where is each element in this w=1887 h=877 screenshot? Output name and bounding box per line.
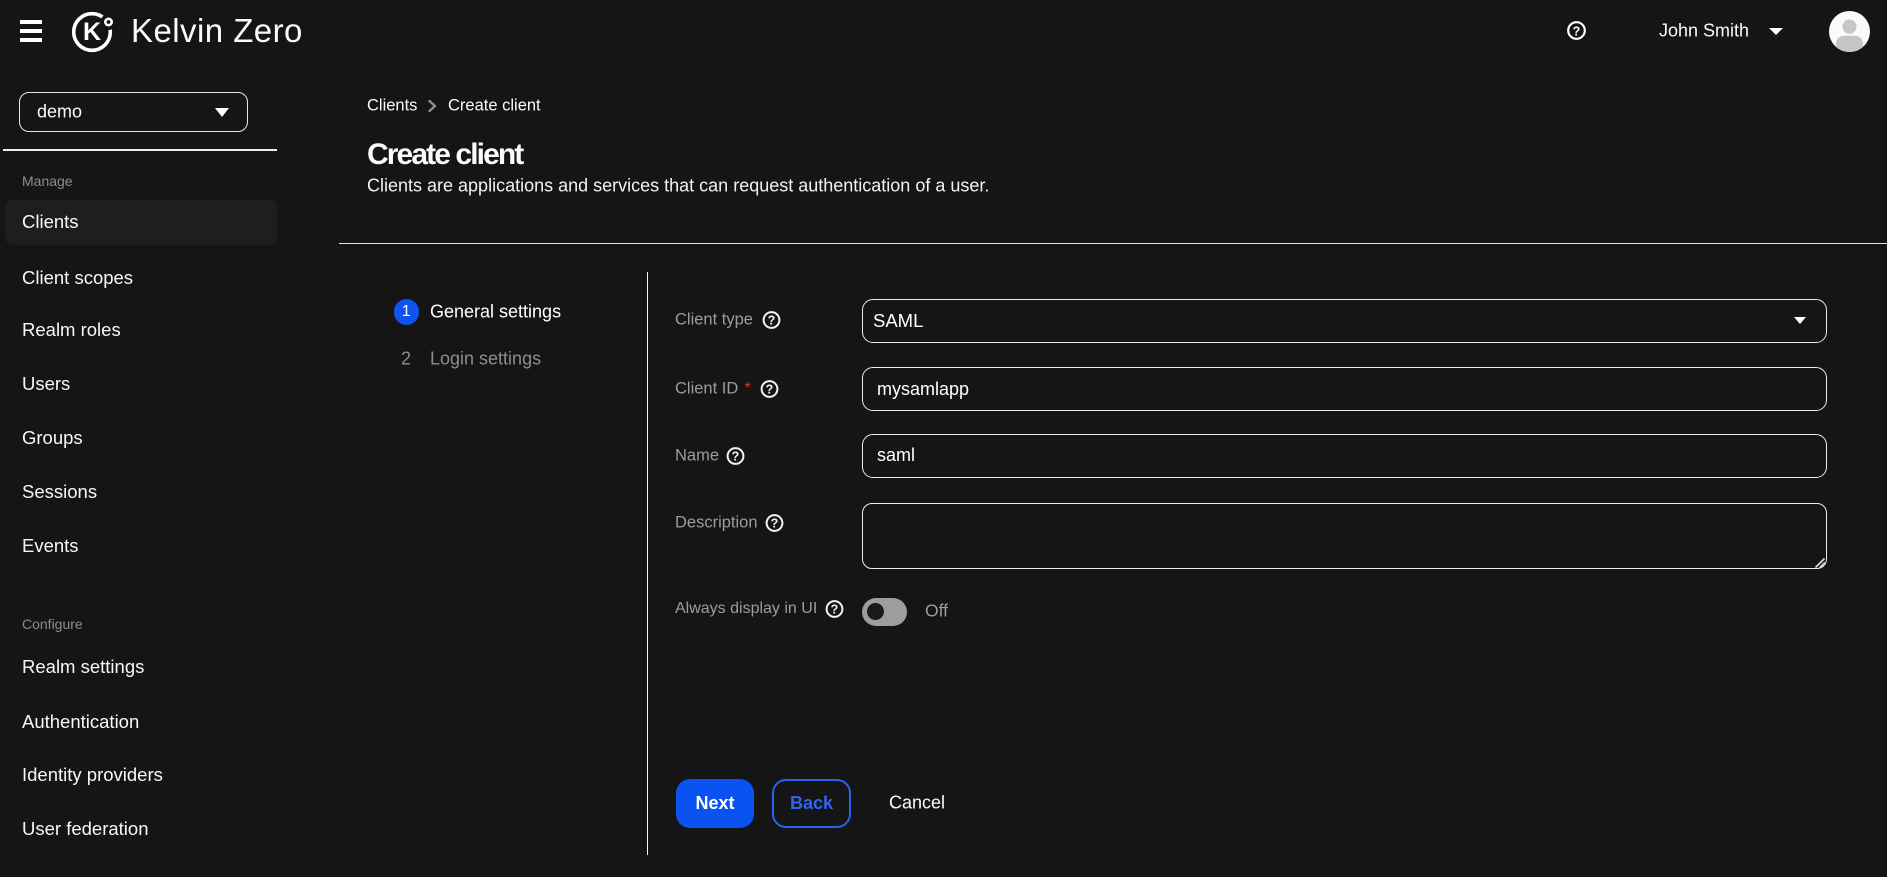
svg-text:?: ? — [766, 382, 774, 396]
svg-text:?: ? — [830, 602, 838, 616]
svg-text:K: K — [83, 18, 101, 46]
svg-text:?: ? — [731, 450, 739, 464]
svg-text:?: ? — [767, 313, 775, 327]
svg-text:?: ? — [770, 517, 778, 531]
svg-text:?: ? — [1573, 24, 1581, 38]
